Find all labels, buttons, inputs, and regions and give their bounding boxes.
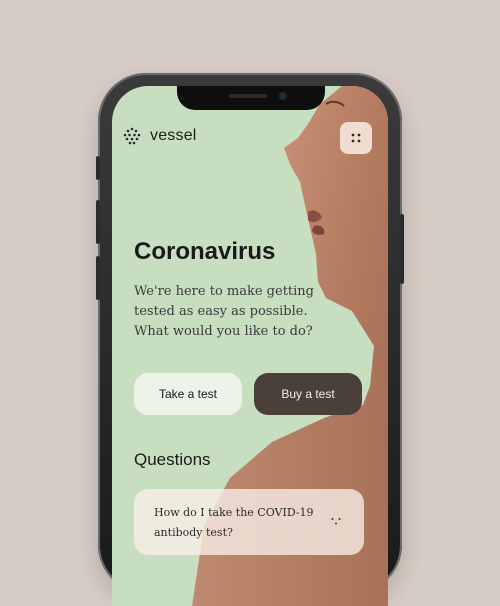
front-camera (279, 92, 287, 100)
buy-test-button[interactable]: Buy a test (254, 373, 362, 415)
take-test-button[interactable]: Take a test (134, 373, 242, 415)
page-content: vessel Coronavirus We're here to make ge… (112, 86, 388, 606)
page-subtitle: We're here to make getting tested as eas… (134, 284, 314, 339)
volume-up-button (96, 200, 100, 244)
questions-heading: Questions (134, 450, 211, 469)
phone-screen: vessel Coronavirus We're here to make ge… (112, 86, 388, 606)
faq-question-text: How do I take the COVID-19 antibody test… (154, 506, 314, 539)
four-dots-menu-icon (351, 133, 361, 143)
speaker-grille (229, 94, 267, 98)
power-button (400, 214, 404, 284)
brand-logo[interactable]: vessel (122, 126, 197, 146)
menu-button[interactable] (340, 122, 372, 154)
page-title: Coronavirus (134, 238, 276, 265)
faq-item[interactable]: How do I take the COVID-19 antibody test… (134, 489, 364, 555)
brand-name: vessel (150, 127, 197, 144)
expand-dots-icon (331, 518, 341, 525)
mute-switch (96, 156, 100, 180)
dotted-circle-logo-icon (123, 127, 141, 145)
volume-down-button (96, 256, 100, 300)
phone-notch (177, 86, 325, 110)
